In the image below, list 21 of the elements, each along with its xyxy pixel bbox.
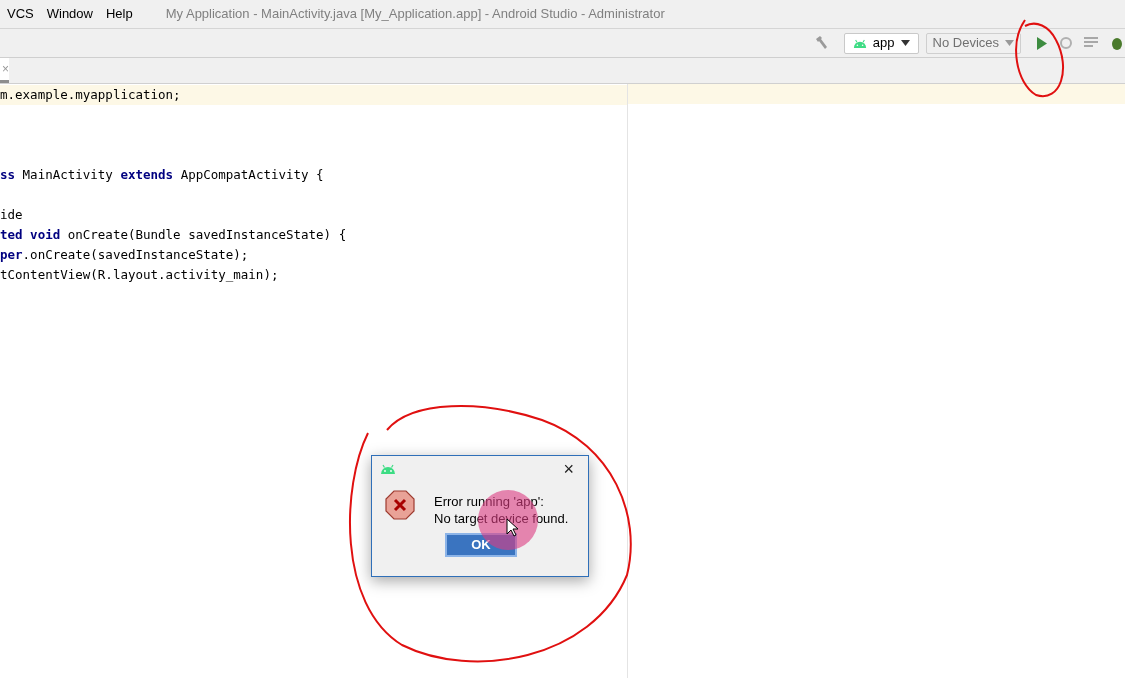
code-line: tContentView(R.layout.activity_main); (0, 265, 279, 284)
run-config-dropdown[interactable]: app (843, 32, 919, 54)
code-line: per.onCreate(savedInstanceState); (0, 245, 249, 264)
menu-item[interactable]: VCS (7, 4, 34, 24)
menu-item[interactable]: Help (106, 4, 133, 24)
android-icon (380, 464, 396, 474)
menu-item[interactable]: Window (46, 4, 93, 24)
ok-button[interactable]: OK (445, 533, 517, 557)
caret-icon (900, 40, 910, 46)
caret-icon (1005, 40, 1014, 46)
list-icon[interactable] (1084, 37, 1098, 49)
android-icon (852, 38, 867, 48)
device-dropdown[interactable]: No Devices (925, 32, 1021, 54)
code-line: ted void onCreate(Bundle savedInstanceState) { (0, 225, 347, 244)
close-button[interactable]: × (563, 460, 574, 478)
error-icon (385, 490, 415, 520)
code-line: ss MainActivity extends AppCompatActivity { (0, 165, 324, 184)
code-line: m.example.myapplication; (0, 85, 181, 104)
code-line: ide (0, 205, 23, 224)
run-icon[interactable] (1036, 36, 1048, 50)
window-title: My Application - MainActivity.java [My_Application.app] - Android Studio - Administrator (165, 5, 665, 24)
